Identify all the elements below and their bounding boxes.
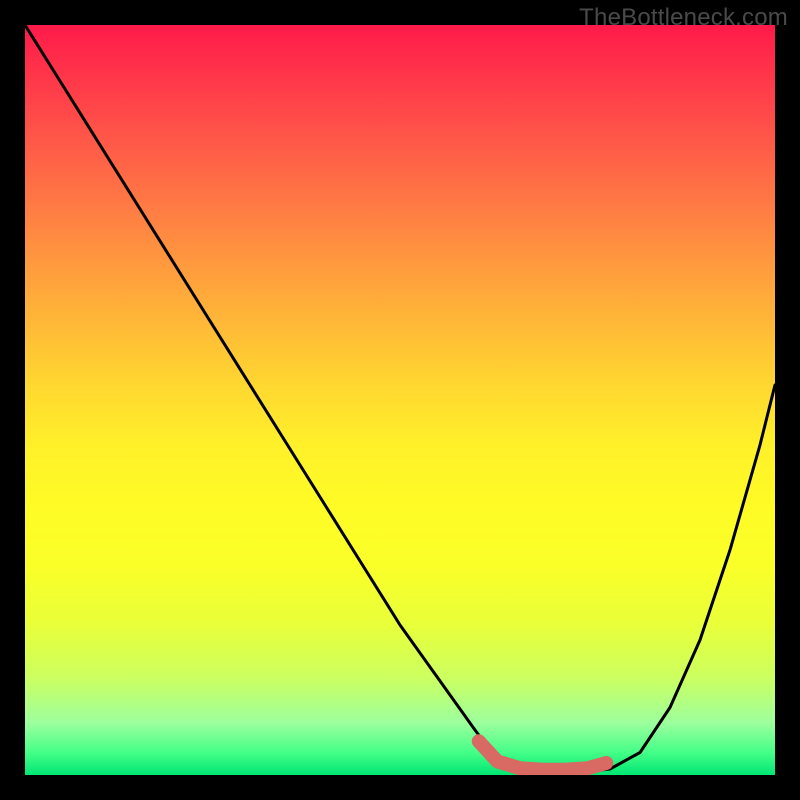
plot-area	[25, 25, 775, 775]
watermark-text: TheBottleneck.com	[579, 4, 788, 32]
minimum-overlay	[479, 741, 607, 770]
bottleneck-curve	[25, 25, 775, 772]
curve-layer	[25, 25, 775, 775]
chart-frame: TheBottleneck.com	[0, 0, 800, 800]
